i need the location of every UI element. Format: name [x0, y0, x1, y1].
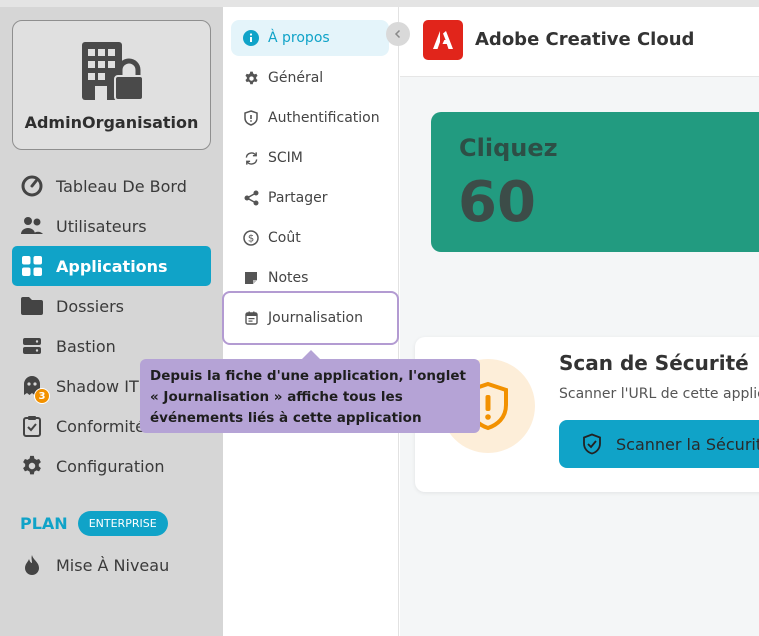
nav-item-dashboard[interactable]: Tableau De Bord — [12, 166, 211, 206]
tab-share[interactable]: Partager — [231, 180, 389, 216]
notification-badge: 3 — [34, 388, 50, 404]
info-icon — [242, 29, 260, 47]
calendar-log-icon — [242, 309, 260, 327]
tab-label: Journalisation — [268, 310, 363, 326]
note-icon — [242, 269, 260, 287]
clicks-stat-card: Cliquez 60 — [431, 112, 759, 252]
flame-icon — [20, 553, 44, 577]
upgrade-link[interactable]: Mise À Niveau — [12, 545, 211, 585]
top-border — [0, 0, 759, 7]
tab-label: À propos — [268, 30, 330, 46]
clicks-value: 60 — [458, 170, 536, 235]
gear-icon — [20, 454, 44, 478]
tab-label: Partager — [268, 190, 328, 206]
gear-icon — [242, 69, 260, 87]
nav-label: Dossiers — [56, 296, 124, 316]
adobe-logo-icon — [423, 20, 463, 60]
folder-icon — [20, 294, 44, 318]
svg-text:$: $ — [248, 234, 254, 245]
tooltip-text: Depuis la fiche d'une application, l'ong… — [150, 368, 466, 426]
plan-tier-badge: ENTERPRISE — [77, 511, 168, 536]
scan-button-label: Scanner la Sécurit — [616, 434, 759, 454]
nav-label: Applications — [56, 256, 168, 276]
main-nav: Tableau De Bord Utilisateurs Application… — [12, 166, 211, 486]
plan-section: PLAN ENTERPRISE — [20, 511, 168, 536]
scan-security-button[interactable]: Scanner la Sécurit — [559, 420, 759, 468]
nav-label: Tableau De Bord — [56, 176, 187, 196]
dashboard-gauge-icon — [20, 174, 44, 198]
shield-icon — [242, 109, 260, 127]
sidebar: AdminOrganisation Tableau De Bord Utilis… — [0, 7, 223, 636]
chevron-left-icon — [394, 29, 401, 39]
nav-item-folders[interactable]: Dossiers — [12, 286, 211, 326]
sync-icon — [242, 149, 260, 167]
app-title: Adobe Creative Cloud — [475, 29, 695, 50]
users-icon — [20, 214, 44, 238]
collapse-button[interactable] — [386, 22, 410, 46]
tab-logging[interactable]: Journalisation — [222, 291, 399, 345]
share-icon — [242, 189, 260, 207]
plan-label: PLAN — [20, 514, 68, 533]
building-lock-icon — [82, 42, 144, 101]
nav-label: Conformité — [56, 416, 145, 436]
nav-item-applications[interactable]: Applications — [12, 246, 211, 286]
nav-item-users[interactable]: Utilisateurs — [12, 206, 211, 246]
tab-label: Notes — [268, 270, 309, 286]
tab-label: Coût — [268, 230, 301, 246]
nav-label: Bastion — [56, 336, 116, 356]
app-header: Adobe Creative Cloud — [400, 7, 759, 77]
tab-scim[interactable]: SCIM — [231, 140, 389, 176]
scan-description: Scanner l'URL de cette applic — [559, 386, 759, 402]
tab-label: SCIM — [268, 150, 303, 166]
clicks-label: Cliquez — [459, 134, 558, 162]
tab-general[interactable]: Général — [231, 60, 389, 96]
main-content: Adobe Creative Cloud Cliquez 60 Scan de … — [400, 7, 759, 636]
organization-name: AdminOrganisation — [24, 113, 199, 132]
nav-item-configuration[interactable]: Configuration — [12, 446, 211, 486]
scan-title: Scan de Sécurité — [559, 351, 749, 375]
clipboard-check-icon — [20, 414, 44, 438]
tab-about[interactable]: À propos — [231, 20, 389, 56]
nav-label: Shadow IT — [56, 376, 139, 396]
nav-label: Utilisateurs — [56, 216, 147, 236]
nav-label: Configuration — [56, 456, 165, 476]
application-submenu: À propos Général Authentification SCIM P… — [222, 7, 410, 636]
onboarding-tooltip: Depuis la fiche d'une application, l'ong… — [140, 350, 480, 433]
tab-label: Général — [268, 70, 324, 86]
dollar-coin-icon: $ — [242, 229, 260, 247]
tab-authentication[interactable]: Authentification — [231, 100, 389, 136]
shield-check-icon — [582, 433, 604, 455]
tab-cost[interactable]: $ Coût — [231, 220, 389, 256]
server-icon — [20, 334, 44, 358]
tab-label: Authentification — [268, 110, 380, 126]
organization-card[interactable]: AdminOrganisation — [12, 20, 211, 150]
grid-apps-icon — [20, 254, 44, 278]
upgrade-label: Mise À Niveau — [56, 555, 170, 575]
